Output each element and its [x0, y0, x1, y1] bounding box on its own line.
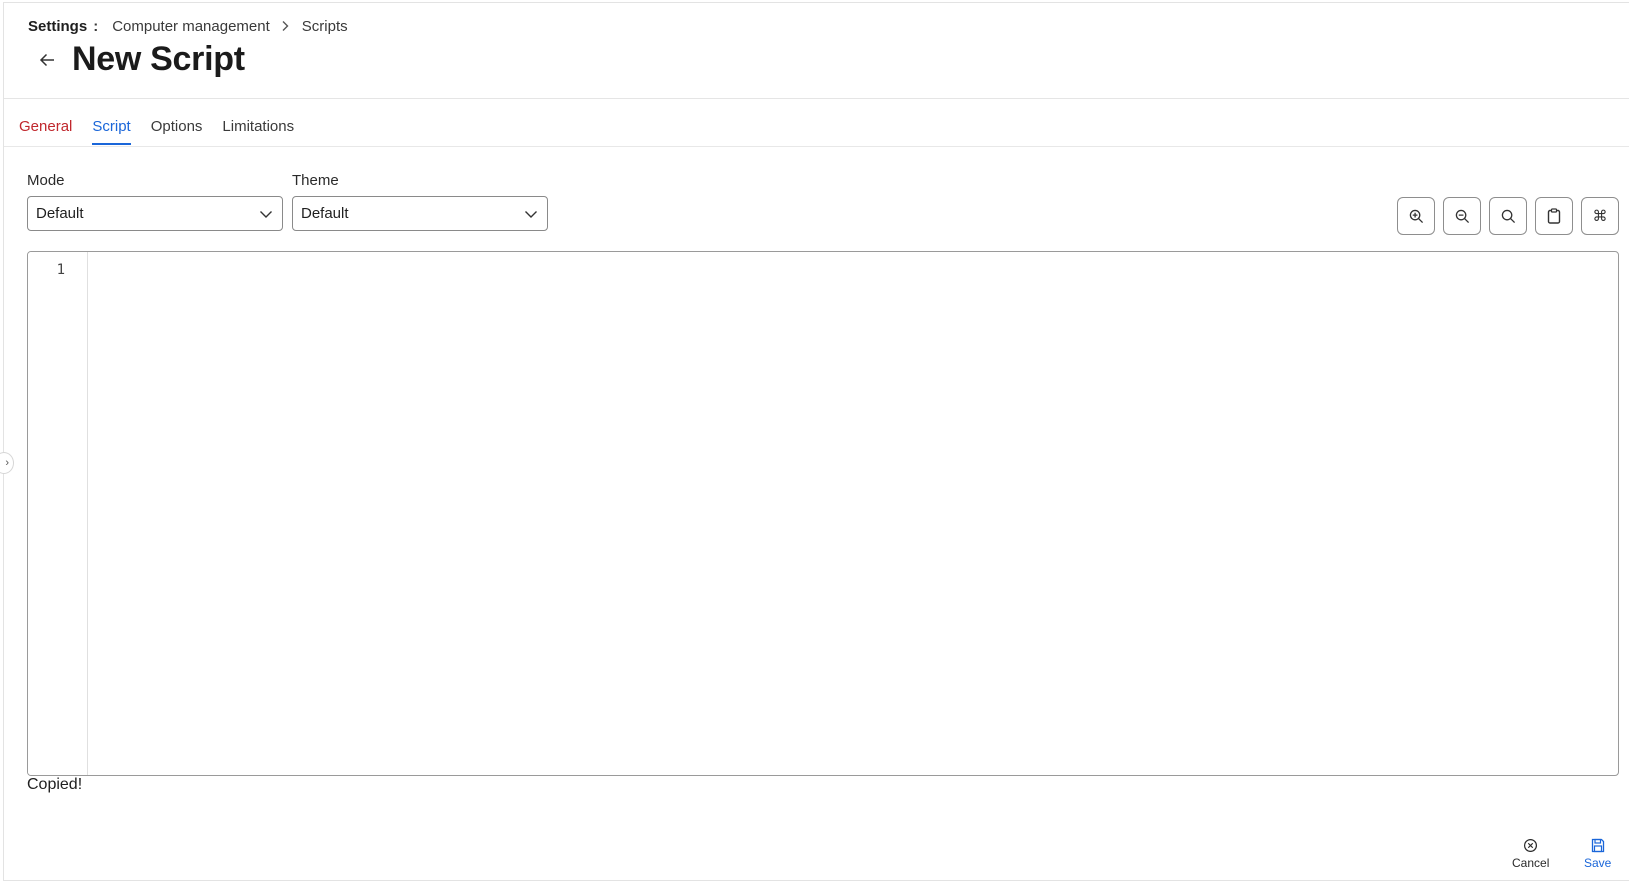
save-button[interactable]: Save: [1584, 838, 1611, 870]
editor-toolbar: ⌘: [1397, 197, 1619, 235]
code-editor[interactable]: 1: [27, 251, 1619, 776]
tab-limitations[interactable]: Limitations: [222, 118, 294, 145]
tab-options[interactable]: Options: [151, 118, 203, 145]
breadcrumb: Settings : Computer management Scripts: [28, 18, 348, 35]
cancel-circle-icon: [1524, 838, 1538, 853]
back-button[interactable]: [34, 47, 60, 73]
breadcrumb-colon: :: [93, 18, 99, 35]
tab-general[interactable]: General: [19, 118, 72, 145]
cancel-button[interactable]: Cancel: [1512, 838, 1549, 870]
chevron-down-icon: [260, 210, 272, 218]
breadcrumb-section-link[interactable]: Computer management: [112, 18, 270, 35]
editor-gutter: 1: [28, 252, 88, 775]
tabs-divider: [4, 146, 1629, 147]
page-title: New Script: [72, 40, 245, 78]
breadcrumb-chevron-icon: [280, 19, 290, 35]
search-button[interactable]: [1489, 197, 1527, 235]
clipboard-icon: [1547, 208, 1561, 224]
tab-script[interactable]: Script: [92, 118, 131, 145]
cancel-button-label: Cancel: [1512, 856, 1550, 870]
shortcuts-button[interactable]: ⌘: [1581, 197, 1619, 235]
command-icon: ⌘: [1592, 208, 1608, 225]
theme-label: Theme: [292, 172, 339, 189]
chevron-down-icon: [525, 210, 537, 218]
save-disk-icon: [1591, 838, 1604, 853]
save-button-label: Save: [1584, 856, 1612, 870]
copied-status-text: Copied!: [27, 776, 83, 793]
tab-bar: General Script Options Limitations: [19, 118, 294, 145]
chevron-right-icon: ›: [5, 457, 9, 469]
zoom-out-icon: [1455, 209, 1469, 223]
theme-select[interactable]: Default: [292, 196, 548, 231]
zoom-in-button[interactable]: [1397, 197, 1435, 235]
mode-select[interactable]: Default: [27, 196, 283, 231]
mode-label: Mode: [27, 172, 65, 189]
mode-select-value: Default: [36, 205, 84, 222]
breadcrumb-current: Scripts: [301, 18, 348, 35]
zoom-out-button[interactable]: [1443, 197, 1481, 235]
title-row: New Script: [34, 40, 245, 79]
code-input-area[interactable]: [89, 252, 1618, 775]
line-number: 1: [56, 262, 65, 278]
header-divider: [4, 98, 1629, 99]
arrow-left-icon: [39, 53, 54, 66]
zoom-in-icon: [1409, 209, 1423, 223]
copy-button[interactable]: [1535, 197, 1573, 235]
breadcrumb-root: Settings: [28, 18, 88, 35]
search-icon: [1501, 209, 1515, 223]
theme-select-value: Default: [301, 205, 349, 222]
